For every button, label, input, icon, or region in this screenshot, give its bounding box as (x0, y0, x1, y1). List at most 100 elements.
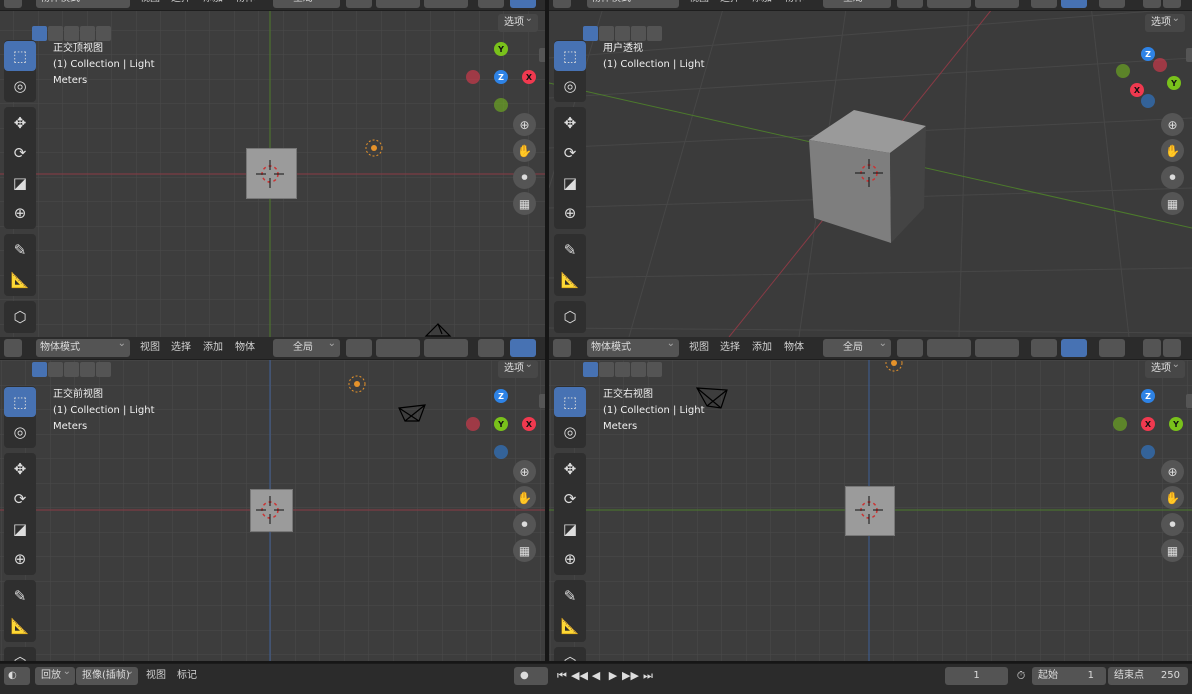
scale-icon[interactable]: ◪ (554, 168, 586, 198)
measure-icon[interactable]: 📐 (554, 611, 586, 641)
menu-select[interactable]: 选择 (720, 0, 740, 8)
stopwatch-icon[interactable]: ⏱ (1013, 668, 1029, 684)
proportional-edit-icon[interactable] (424, 0, 468, 8)
axis-z-positive[interactable]: Z (1141, 47, 1155, 61)
options-dropdown[interactable]: 选项 (498, 10, 538, 32)
scale-icon[interactable]: ◪ (554, 514, 586, 544)
jump-keyframe-forward-icon[interactable]: ▶▶ (622, 668, 639, 684)
camera-object-icon[interactable] (424, 318, 454, 337)
menu-select[interactable]: 选择 (171, 0, 191, 8)
editor-type-icon[interactable] (553, 339, 571, 357)
transform-icon[interactable]: ⊕ (554, 544, 586, 574)
pivot-icon[interactable] (346, 0, 372, 8)
rotate-icon[interactable]: ⟳ (4, 138, 36, 168)
axis-z-negative[interactable] (1141, 94, 1155, 108)
menu-add[interactable]: 添加 (203, 0, 223, 8)
sidebar-toggle[interactable] (539, 394, 545, 408)
viewport-bottom-right[interactable]: 物体模式 视图 选择 添加 物体 全局 选项 正交右视图 (1) Collect… (549, 337, 1192, 661)
select-new-icon[interactable] (32, 362, 47, 377)
rotate-icon[interactable]: ⟳ (554, 484, 586, 514)
rotate-icon[interactable]: ⟳ (4, 484, 36, 514)
cursor-icon[interactable]: ◎ (554, 417, 586, 447)
auto-keying-toggle[interactable]: ● (514, 667, 548, 685)
add-cube-icon[interactable]: ⬡ (4, 302, 36, 332)
select-subtract-icon[interactable] (64, 362, 79, 377)
cursor-icon[interactable]: ◎ (554, 71, 586, 101)
current-frame-field[interactable]: 1 (945, 667, 1008, 685)
proportional-edit-icon[interactable] (975, 339, 1019, 357)
select-invert-icon[interactable] (80, 26, 95, 41)
camera-object-icon[interactable] (397, 403, 429, 425)
orientation-dropdown[interactable]: 全局 (273, 0, 340, 8)
select-intersect-icon[interactable] (647, 362, 662, 377)
select-intersect-icon[interactable] (96, 362, 111, 377)
select-new-icon[interactable] (583, 26, 598, 41)
measure-icon[interactable]: 📐 (4, 611, 36, 641)
axis-y-positive[interactable]: Y (494, 417, 508, 431)
axis-z-positive[interactable]: Z (1141, 389, 1155, 403)
cursor-icon[interactable]: ◎ (4, 417, 36, 447)
cursor-icon[interactable]: ◎ (4, 71, 36, 101)
options-dropdown[interactable]: 选项 (1145, 10, 1185, 32)
scale-icon[interactable]: ◪ (4, 168, 36, 198)
rotate-icon[interactable]: ⟳ (554, 138, 586, 168)
light-icon[interactable] (364, 138, 384, 158)
orientation-dropdown[interactable]: 全局 (823, 337, 891, 357)
select-box-icon[interactable]: ⬚ (554, 41, 586, 71)
start-frame-field[interactable]: 起始 1 (1032, 667, 1106, 685)
select-box-icon[interactable]: ⬚ (554, 387, 586, 417)
annotate-icon[interactable]: ✎ (4, 235, 36, 265)
viewport-top-left[interactable]: 物体模式 视图 选择 添加 物体 全局 选项 正交顶视图 (1) Collect… (0, 0, 545, 337)
sidebar-toggle[interactable] (1186, 394, 1192, 408)
pan-hand-icon[interactable]: ✋ (513, 486, 536, 509)
menu-view[interactable]: 视图 (140, 339, 160, 357)
pan-hand-icon[interactable]: ✋ (1161, 139, 1184, 162)
pan-hand-icon[interactable]: ✋ (1161, 486, 1184, 509)
menu-object[interactable]: 物体 (784, 339, 804, 357)
select-new-icon[interactable] (583, 362, 598, 377)
annotate-icon[interactable]: ✎ (554, 235, 586, 265)
select-box-icon[interactable]: ⬚ (4, 387, 36, 417)
timeline-marker-menu[interactable]: 标记 (177, 667, 197, 685)
play-reverse-icon[interactable]: ◀ (588, 668, 604, 684)
select-subtract-icon[interactable] (615, 26, 630, 41)
jump-keyframe-back-icon[interactable]: ◀◀ (571, 668, 588, 684)
mode-dropdown[interactable]: 物体模式 (587, 337, 679, 357)
mode-dropdown[interactable]: 物体模式 (36, 0, 130, 8)
select-subtract-icon[interactable] (64, 26, 79, 41)
axis-x-positive[interactable]: X (522, 70, 536, 84)
select-subtract-icon[interactable] (615, 362, 630, 377)
axis-y-positive[interactable]: Y (1167, 76, 1181, 90)
axis-y-negative[interactable] (494, 98, 508, 112)
select-box-icon[interactable]: ⬚ (4, 41, 36, 71)
measure-icon[interactable]: 📐 (4, 265, 36, 295)
jump-start-icon[interactable]: ⏮ (554, 668, 570, 684)
axis-x-positive[interactable]: X (1130, 83, 1144, 97)
select-intersect-icon[interactable] (647, 26, 662, 41)
select-extend-icon[interactable] (599, 362, 614, 377)
camera-icon[interactable]: ⏺ (1161, 513, 1184, 536)
menu-view[interactable]: 视图 (140, 0, 160, 8)
axis-z-negative[interactable] (1141, 445, 1155, 459)
transform-icon[interactable]: ⊕ (554, 198, 586, 228)
move-icon[interactable]: ✥ (4, 454, 36, 484)
options-dropdown[interactable]: 选项 (1145, 356, 1185, 378)
orientation-dropdown[interactable]: 全局 (273, 337, 340, 357)
shading-wireframe-icon[interactable] (1163, 0, 1181, 8)
select-new-icon[interactable] (32, 26, 47, 41)
menu-view[interactable]: 视图 (689, 0, 709, 8)
mode-dropdown[interactable]: 物体模式 (587, 0, 679, 8)
gizmo-icon[interactable] (1061, 339, 1087, 357)
add-cube-icon[interactable]: ⬡ (4, 648, 36, 661)
snap-icon[interactable] (376, 0, 420, 8)
orientation-dropdown[interactable]: 全局 (823, 0, 891, 8)
axis-y-positive[interactable]: Y (494, 42, 508, 56)
visibility-icon[interactable] (1031, 339, 1057, 357)
play-icon[interactable]: ▶ (605, 668, 621, 684)
zoom-icon[interactable]: ⊕ (1161, 460, 1184, 483)
scale-icon[interactable]: ◪ (4, 514, 36, 544)
annotate-icon[interactable]: ✎ (4, 581, 36, 611)
overlay-icon[interactable] (1099, 0, 1125, 8)
axis-z-positive[interactable]: Z (494, 70, 508, 84)
add-cube-icon[interactable]: ⬡ (554, 648, 586, 661)
